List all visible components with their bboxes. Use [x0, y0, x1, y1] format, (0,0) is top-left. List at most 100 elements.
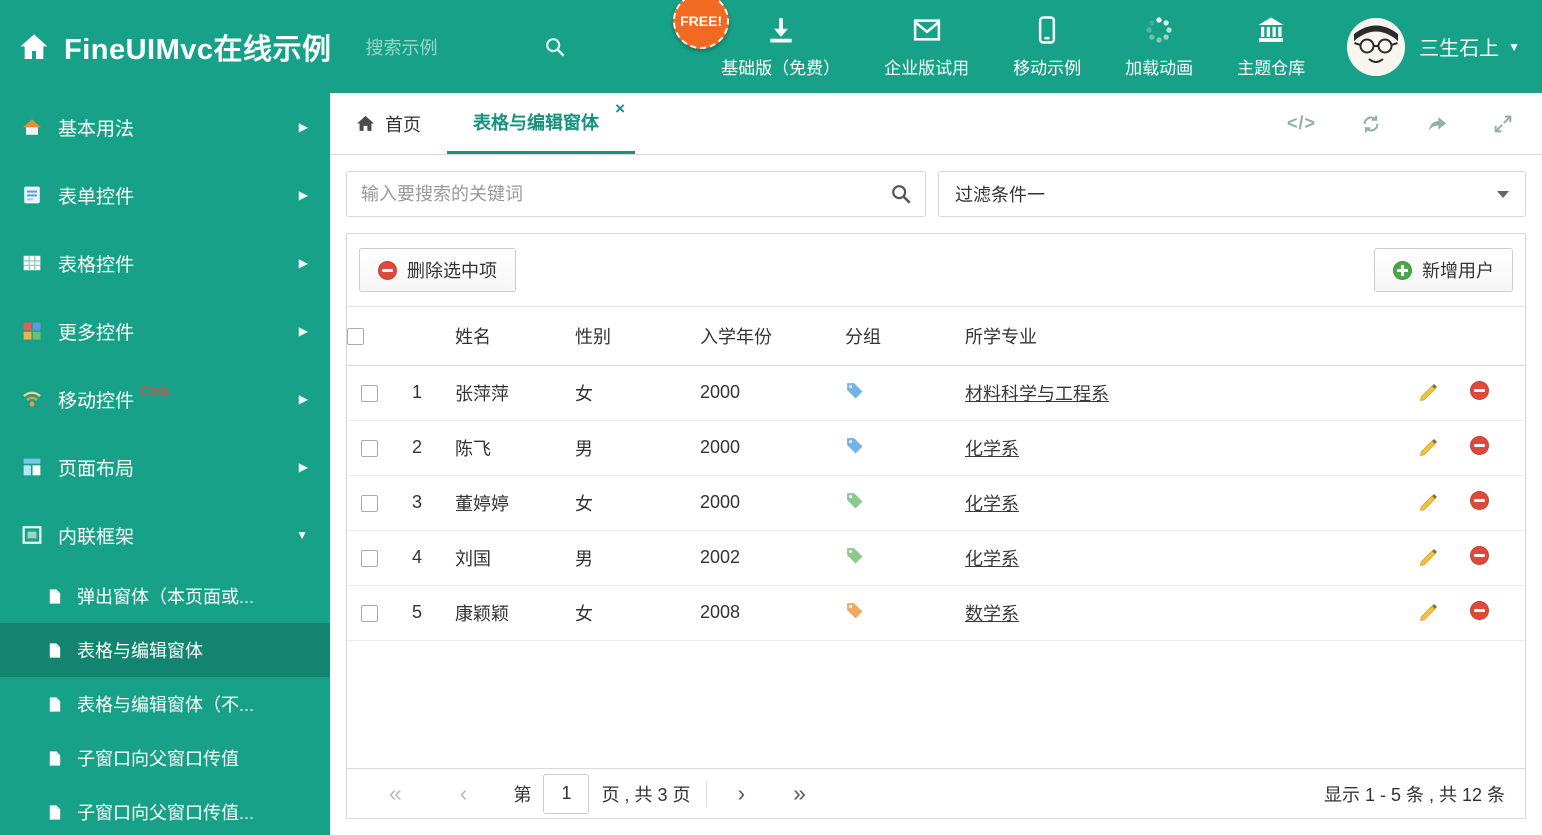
- nav-enterprise-trial[interactable]: 企业版试用: [884, 15, 969, 79]
- row-index: 3: [391, 475, 443, 531]
- nav-loading-animation[interactable]: 加载动画: [1125, 15, 1193, 79]
- col-header-year[interactable]: 入学年份: [688, 307, 833, 366]
- delete-row-icon[interactable]: [1470, 545, 1489, 570]
- delete-row-icon[interactable]: [1470, 380, 1489, 405]
- col-header-group[interactable]: 分组: [833, 307, 953, 366]
- major-link[interactable]: 材料科学与工程系: [965, 384, 1109, 404]
- edit-pencil-icon[interactable]: [1418, 437, 1439, 458]
- nav-basic-free[interactable]: FREE! 基础版（免费）: [673, 0, 840, 79]
- row-checkbox[interactable]: [360, 439, 378, 457]
- iframe-icon: [22, 525, 42, 545]
- nav-mobile-demo[interactable]: 移动示例: [1013, 15, 1081, 79]
- tag-icon[interactable]: [845, 491, 864, 510]
- app-title: FineUIMvc在线示例: [64, 33, 332, 66]
- major-link[interactable]: 化学系: [965, 549, 1019, 569]
- sidebar-item-basic-usage[interactable]: 基本用法 ▶: [0, 93, 330, 161]
- sidebar-item-label: 表单控件: [58, 186, 135, 208]
- filter-dropdown[interactable]: 过滤条件一: [938, 171, 1526, 217]
- sidebar-subitem-popup-window[interactable]: 弹出窗体（本页面或...: [0, 569, 330, 623]
- tag-icon[interactable]: [845, 436, 864, 455]
- sidebar-item-page-layout[interactable]: 页面布局 ▶: [0, 433, 330, 501]
- close-icon[interactable]: ×: [615, 100, 625, 117]
- edit-pencil-icon[interactable]: [1418, 547, 1439, 568]
- mobile-icon: [1032, 15, 1062, 45]
- sidebar-item-label: 页面布局: [58, 458, 135, 480]
- pagination-bar: « ‹ 第 页 , 共 3 页 › » 显示 1 - 5 条 , 共 12 条: [347, 768, 1525, 818]
- cell-name: 刘国: [443, 530, 563, 586]
- sidebar-item-form-controls[interactable]: 表单控件 ▶: [0, 161, 330, 229]
- home-icon[interactable]: [18, 31, 50, 63]
- sidebar-item-label: 基本用法: [58, 118, 135, 140]
- open-new-window-icon[interactable]: [1426, 113, 1448, 135]
- sidebar-subitem-child-to-parent-2[interactable]: 子窗口向父窗口传值...: [0, 785, 330, 835]
- search-icon[interactable]: [544, 36, 566, 58]
- sidebar-item-more-controls[interactable]: 更多控件 ▶: [0, 297, 330, 365]
- header-search[interactable]: 搜索示例: [366, 34, 566, 60]
- widgets-icon: [22, 321, 42, 341]
- last-page-button[interactable]: »: [793, 782, 806, 805]
- top-header: FineUIMvc在线示例 搜索示例 FREE! 基础版（免费） 企业版试用 移…: [0, 0, 1542, 93]
- file-icon: [46, 804, 63, 821]
- next-page-button[interactable]: ›: [737, 782, 745, 805]
- col-header-name[interactable]: 姓名: [443, 307, 563, 366]
- edit-pencil-icon[interactable]: [1418, 602, 1439, 623]
- keyword-search-input[interactable]: [346, 171, 926, 217]
- sidebar-item-grid-controls[interactable]: 表格控件 ▶: [0, 229, 330, 297]
- tag-icon[interactable]: [845, 546, 864, 565]
- envelope-icon: [912, 15, 942, 45]
- col-header-gender[interactable]: 性别: [563, 307, 688, 366]
- add-user-button[interactable]: 新增用户: [1374, 248, 1513, 292]
- delete-row-icon[interactable]: [1470, 490, 1489, 515]
- row-checkbox[interactable]: [360, 494, 378, 512]
- sidebar-subitem-grid-edit-window[interactable]: 表格与编辑窗体: [0, 623, 330, 677]
- major-link[interactable]: 化学系: [965, 494, 1019, 514]
- select-all-checkbox[interactable]: [347, 328, 364, 345]
- sidebar: 基本用法 ▶ 表单控件 ▶ 表格控件 ▶ 更多控件 ▶ 移动控件 Corp. ▶…: [0, 93, 330, 835]
- table-row: 3 董婷婷 女 2000 化学系: [347, 475, 1525, 531]
- prev-page-button[interactable]: ‹: [460, 782, 468, 805]
- tag-icon[interactable]: [845, 601, 864, 620]
- chevron-down-icon: ▼: [1508, 39, 1520, 54]
- page-number-input[interactable]: [543, 773, 590, 814]
- minus-circle-icon: [378, 260, 397, 280]
- tab-grid-edit-window[interactable]: 表格与编辑窗体 ×: [447, 93, 635, 154]
- delete-row-icon[interactable]: [1470, 600, 1489, 625]
- row-index: 2: [391, 420, 443, 476]
- sidebar-item-iframe[interactable]: 内联框架 ▼: [0, 501, 330, 569]
- tab-home[interactable]: 首页: [330, 93, 447, 154]
- first-page-button[interactable]: «: [389, 782, 402, 805]
- sidebar-subitem-grid-edit-window-2[interactable]: 表格与编辑窗体（不...: [0, 677, 330, 731]
- row-checkbox[interactable]: [360, 604, 378, 622]
- edit-pencil-icon[interactable]: [1418, 382, 1439, 403]
- chevron-right-icon: ▶: [298, 324, 308, 338]
- major-link[interactable]: 数学系: [965, 604, 1019, 624]
- major-link[interactable]: 化学系: [965, 439, 1019, 459]
- user-menu[interactable]: 三生石上 ▼: [1347, 17, 1520, 76]
- delete-selected-button[interactable]: 删除选中项: [359, 248, 516, 292]
- grid-panel: 删除选中项 新增用户 姓名 性别 入学年份 分组 所学专业 1 张萍萍 女 20…: [346, 233, 1526, 819]
- source-code-icon[interactable]: </>: [1287, 113, 1316, 134]
- row-checkbox[interactable]: [360, 384, 378, 402]
- table-row: 4 刘国 男 2002 化学系: [347, 530, 1525, 586]
- col-header-major[interactable]: 所学专业: [953, 307, 1393, 366]
- sidebar-item-mobile-controls[interactable]: 移动控件 Corp. ▶: [0, 365, 330, 433]
- file-icon: [46, 642, 63, 659]
- sidebar-subitem-label: 弹出窗体（本页面或...: [77, 587, 255, 607]
- sidebar-subitem-label: 子窗口向父窗口传值...: [77, 803, 255, 823]
- avatar[interactable]: [1347, 17, 1406, 76]
- sidebar-item-label: 内联框架: [58, 526, 135, 548]
- layout-icon: [22, 457, 42, 477]
- search-icon[interactable]: [890, 183, 912, 205]
- delete-row-icon[interactable]: [1470, 435, 1489, 460]
- fullscreen-icon[interactable]: [1492, 113, 1514, 135]
- tag-icon[interactable]: [845, 381, 864, 400]
- edit-pencil-icon[interactable]: [1418, 492, 1439, 513]
- table-header-row: 姓名 性别 入学年份 分组 所学专业: [347, 307, 1525, 366]
- sidebar-subitem-child-to-parent[interactable]: 子窗口向父窗口传值: [0, 731, 330, 785]
- page-suffix-label: 页 , 共 3 页: [601, 784, 691, 805]
- cell-gender: 男: [563, 420, 688, 476]
- refresh-icon[interactable]: [1360, 113, 1382, 135]
- nav-theme-store[interactable]: 主题仓库: [1237, 15, 1305, 79]
- row-checkbox[interactable]: [360, 549, 378, 567]
- home-icon: [356, 114, 375, 133]
